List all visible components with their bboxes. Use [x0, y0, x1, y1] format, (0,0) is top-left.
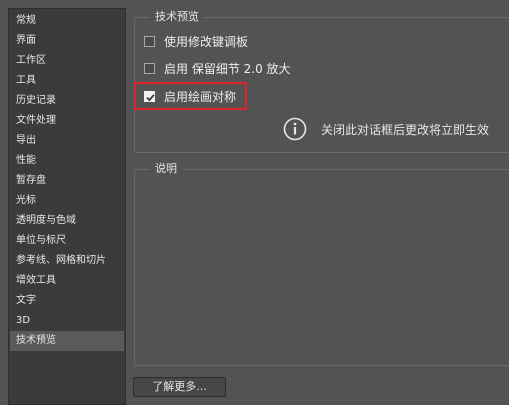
sidebar-item-technology-previews[interactable]: 技术预览	[10, 331, 124, 351]
option-preserve-details[interactable]: 启用 保留细节 2.0 放大	[144, 60, 291, 76]
info-notice: 关闭此对话框后更改将立即生效	[283, 117, 489, 141]
sidebar-item-transparency-gamut[interactable]: 透明度与色域	[10, 211, 124, 231]
sidebar-item-performance[interactable]: 性能	[10, 151, 124, 171]
sidebar-item-file-handling[interactable]: 文件处理	[10, 111, 124, 131]
option-modifier-palette[interactable]: 使用修改键调板	[144, 33, 248, 49]
sidebar-item-interface[interactable]: 界面	[10, 31, 124, 51]
preferences-sidebar: 常规 界面 工作区 工具 历史记录 文件处理 导出 性能 暂存盘 光标 透明度与…	[8, 8, 126, 405]
preserve-details-checkbox[interactable]	[144, 62, 155, 74]
sidebar-item-scratch-disks[interactable]: 暂存盘	[10, 171, 124, 191]
sidebar-item-export[interactable]: 导出	[10, 131, 124, 151]
description-group	[134, 169, 509, 366]
sidebar-item-plugins[interactable]: 增效工具	[10, 271, 124, 291]
sidebar-item-workspace[interactable]: 工作区	[10, 51, 124, 71]
sidebar-item-type[interactable]: 文字	[10, 291, 124, 311]
sidebar-item-cursors[interactable]: 光标	[10, 191, 124, 211]
option-label: 使用修改键调板	[164, 34, 249, 49]
tech-preview-title: 技术预览	[150, 10, 204, 24]
option-label: 启用 保留细节 2.0 放大	[164, 61, 291, 76]
sidebar-item-tools[interactable]: 工具	[10, 71, 124, 91]
learn-more-button[interactable]: 了解更多...	[133, 377, 226, 397]
info-icon	[283, 117, 307, 141]
highlight-box	[134, 82, 247, 110]
sidebar-item-3d[interactable]: 3D	[10, 311, 124, 331]
modifier-palette-checkbox[interactable]	[144, 35, 155, 47]
sidebar-item-guides-grid-slices[interactable]: 参考线、网格和切片	[10, 251, 124, 271]
sidebar-item-history[interactable]: 历史记录	[10, 91, 124, 111]
info-text: 关闭此对话框后更改将立即生效	[321, 122, 490, 137]
sidebar-item-units-rulers[interactable]: 单位与标尺	[10, 231, 124, 251]
sidebar-item-general[interactable]: 常规	[10, 11, 124, 31]
description-title: 说明	[150, 162, 182, 176]
